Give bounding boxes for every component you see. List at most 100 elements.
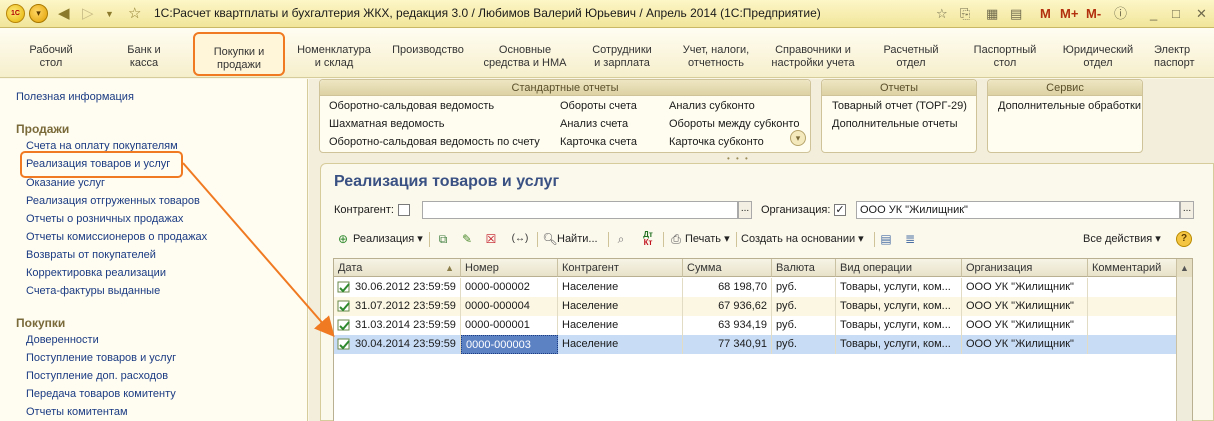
report-subconto-analysis[interactable]: Анализ субконто (669, 100, 755, 112)
history-dropdown-icon[interactable]: ▼ (105, 5, 114, 23)
section-desktop[interactable]: Рабочий стол (26, 44, 76, 70)
table-scrollbar[interactable]: ▲ (1176, 259, 1192, 421)
cell-contractor: Население (558, 278, 683, 297)
column-header-contractor[interactable]: Контрагент (558, 259, 683, 277)
section-references[interactable]: Справочники и настройки учета (768, 44, 858, 70)
report-additional[interactable]: Дополнительные отчеты (832, 118, 957, 130)
nav-issued-invoices[interactable]: Счета-фактуры выданные (26, 285, 160, 297)
contractor-select-button[interactable]: ... (738, 201, 752, 219)
find-button[interactable]: Найти... (557, 231, 598, 247)
expand-more-icon[interactable]: ▾ (790, 130, 806, 146)
memory-plus-button[interactable]: M+ (1060, 5, 1078, 23)
link-icon[interactable]: ⎘ (960, 5, 970, 23)
delete-icon[interactable]: ☒ (483, 231, 499, 247)
nav-transfer-committent[interactable]: Передача товаров комитенту (26, 388, 176, 400)
nav-returns[interactable]: Возвраты от покупателей (26, 249, 156, 261)
section-legal[interactable]: Юридический отдел (1060, 44, 1136, 70)
nav-useful-info[interactable]: Полезная информация (16, 91, 134, 103)
report-subconto-turnover[interactable]: Обороты между субконто (669, 118, 799, 130)
close-icon[interactable]: ✕ (1196, 5, 1207, 23)
cell-number-current[interactable]: 0000-000003 (461, 335, 558, 354)
organization-input[interactable]: ООО УК "Жилищник" (856, 201, 1180, 219)
section-fixed-assets[interactable]: Основные средства и НМА (480, 44, 570, 70)
section-taxes[interactable]: Учет, налоги, отчетность (676, 44, 756, 70)
nav-commission-reports[interactable]: Отчеты комиссионеров о продажах (26, 231, 207, 243)
nav-correction[interactable]: Корректировка реализации (26, 267, 166, 279)
report-chess[interactable]: Шахматная ведомость (329, 118, 444, 130)
section-electronic[interactable]: Электр паспорт (1154, 44, 1214, 70)
table-row-selected[interactable]: 30.04.2014 23:59:59 0000-000003 Населени… (334, 335, 1177, 354)
window-title: 1С:Расчет квартплаты и бухгалтерия ЖКХ, … (154, 6, 821, 20)
contractor-checkbox[interactable] (398, 204, 410, 216)
nav-group-sales: Продажи (16, 122, 70, 136)
nav-shipped-goods[interactable]: Реализация отгруженных товаров (26, 195, 200, 207)
contractor-input[interactable] (422, 201, 738, 219)
posted-document-icon (337, 281, 350, 293)
structure-icon[interactable]: ≣ (902, 231, 918, 247)
section-staff[interactable]: Сотрудники и зарплата (584, 44, 660, 70)
nav-extra-expenses[interactable]: Поступление доп. расходов (26, 370, 168, 382)
scroll-up-icon[interactable]: ▲ (1177, 259, 1192, 277)
organization-select-button[interactable]: ... (1180, 201, 1194, 219)
report-osv-account[interactable]: Оборотно-сальдовая ведомость по счету (329, 136, 540, 148)
section-calc-dept[interactable]: Расчетный отдел (878, 44, 944, 70)
help-icon[interactable]: ? (1176, 231, 1192, 247)
report-osv[interactable]: Оборотно-сальдовая ведомость (329, 100, 494, 112)
print-button[interactable]: Печать ▾ (685, 231, 730, 247)
memory-minus-button[interactable]: M- (1086, 5, 1101, 23)
journal-icon[interactable]: ▤ (878, 231, 894, 247)
table-row[interactable]: 30.06.2012 23:59:59 0000-000002 Населени… (334, 278, 1177, 297)
column-header-operation[interactable]: Вид операции (836, 259, 962, 277)
copy-icon[interactable]: ⧉ (435, 231, 451, 247)
column-header-sum[interactable]: Сумма (683, 259, 772, 277)
nav-committent-reports[interactable]: Отчеты комитентам (26, 406, 128, 418)
section-passport[interactable]: Паспортный стол (968, 44, 1042, 70)
report-subconto-card[interactable]: Карточка субконто (669, 136, 764, 148)
nav-retail-reports[interactable]: Отчеты о розничных продажах (26, 213, 183, 225)
add-favorite-icon[interactable]: ☆ (936, 5, 948, 23)
edit-icon[interactable]: ✎ (459, 231, 475, 247)
forward-icon[interactable]: ▷ (82, 5, 94, 23)
report-account-analysis[interactable]: Анализ счета (560, 118, 628, 130)
column-header-number[interactable]: Номер (461, 259, 558, 277)
main-menu-icon[interactable]: ▾ (29, 4, 48, 23)
minimize-icon[interactable]: _ (1150, 5, 1157, 23)
report-account-turnover[interactable]: Обороты счета (560, 100, 637, 112)
all-actions-button[interactable]: Все действия ▾ (1083, 231, 1161, 247)
splitter-handle[interactable]: • • • (727, 154, 750, 163)
section-sales[interactable]: Покупки и продажи (193, 32, 285, 76)
cell-operation: Товары, услуги, ком... (836, 335, 962, 354)
cancel-search-icon[interactable]: ⌕ (613, 231, 629, 247)
standard-reports-group: Стандартные отчеты Оборотно-сальдовая ве… (319, 79, 811, 153)
dt-kt-icon[interactable]: Дт Кт (639, 231, 657, 247)
section-nomenclature[interactable]: Номенклатура и склад (294, 44, 374, 70)
nav-services[interactable]: Оказание услуг (26, 177, 105, 189)
maximize-icon[interactable]: □ (1172, 5, 1180, 23)
report-account-card[interactable]: Карточка счета (560, 136, 637, 148)
nav-realization[interactable]: Реализация товаров и услуг (26, 158, 170, 170)
back-icon[interactable]: ◀ (58, 5, 70, 23)
column-header-currency[interactable]: Валюта (772, 259, 836, 277)
realization-create-button[interactable]: Реализация ▾ (353, 231, 423, 247)
column-header-comment[interactable]: Комментарий (1088, 259, 1177, 277)
column-header-date[interactable]: Дата ▲ (334, 259, 461, 277)
table-row[interactable]: 31.07.2012 23:59:59 0000-000004 Населени… (334, 297, 1177, 316)
navigation-panel: Полезная информация Продажи Счета на опл… (0, 79, 308, 421)
nav-powers-of-attorney[interactable]: Доверенности (26, 334, 99, 346)
info-icon[interactable]: ⓘ (1114, 5, 1127, 23)
service-additional-processing[interactable]: Дополнительные обработки (998, 100, 1141, 112)
column-header-organization[interactable]: Организация (962, 259, 1088, 277)
organization-checkbox[interactable]: ✓ (834, 204, 846, 216)
calculator-icon[interactable]: ▦ (986, 5, 998, 23)
calendar-icon[interactable]: ▤ (1010, 5, 1022, 23)
app-logo-icon[interactable]: 1C (6, 4, 25, 23)
table-row[interactable]: 31.03.2014 23:59:59 0000-000001 Населени… (334, 316, 1177, 335)
report-torg29[interactable]: Товарный отчет (ТОРГ-29) (832, 100, 967, 112)
nav-goods-receipt[interactable]: Поступление товаров и услуг (26, 352, 176, 364)
refresh-icon[interactable]: (↔) (509, 231, 531, 247)
create-based-button[interactable]: Создать на основании ▾ (741, 231, 864, 247)
memory-m-button[interactable]: M (1040, 5, 1051, 23)
section-production[interactable]: Производство (388, 44, 468, 57)
section-bank[interactable]: Банк и касса (118, 44, 170, 70)
favorites-star-icon[interactable]: ☆ (128, 5, 141, 23)
